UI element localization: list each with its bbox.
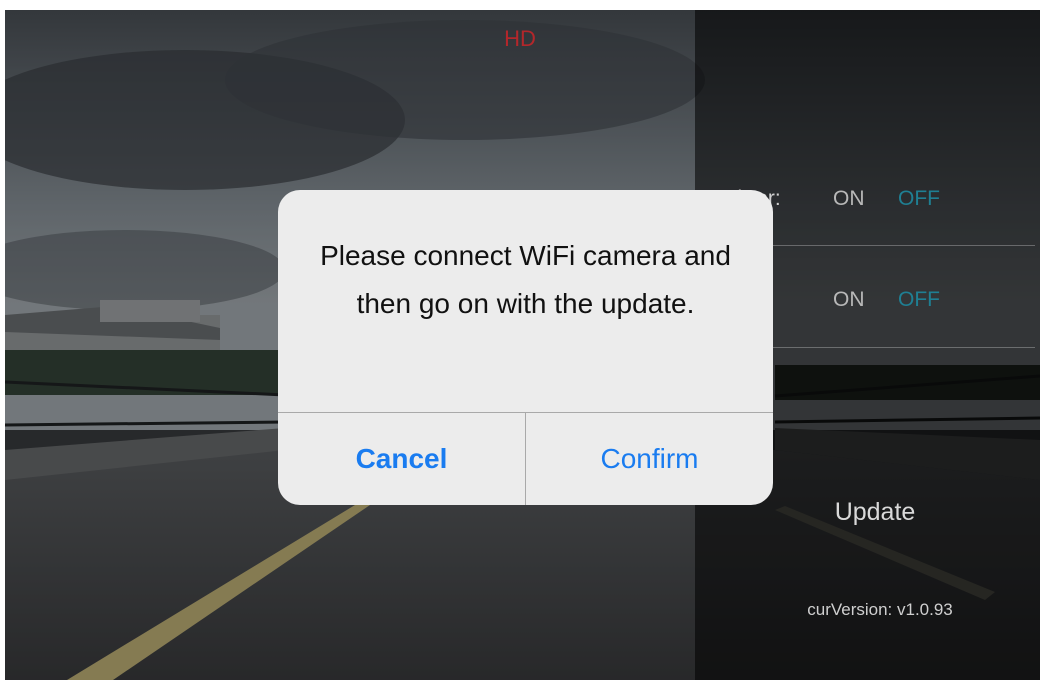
version-text: curVersion: v1.0.93 [807, 600, 953, 619]
resolution-label[interactable]: HD [495, 26, 545, 52]
alert-message: Please connect WiFi camera and then go o… [320, 240, 731, 319]
second-setting-off-option[interactable]: OFF [898, 288, 940, 312]
cancel-button[interactable]: Cancel [278, 413, 525, 505]
confirm-button[interactable]: Confirm [526, 413, 773, 505]
mirror-on-option[interactable]: ON [833, 187, 865, 211]
alert-dialog: Please connect WiFi camera and then go o… [278, 190, 773, 505]
second-setting-on-option[interactable]: ON [833, 288, 865, 312]
mirror-off-option[interactable]: OFF [898, 187, 940, 211]
update-button[interactable]: Update [815, 498, 935, 527]
